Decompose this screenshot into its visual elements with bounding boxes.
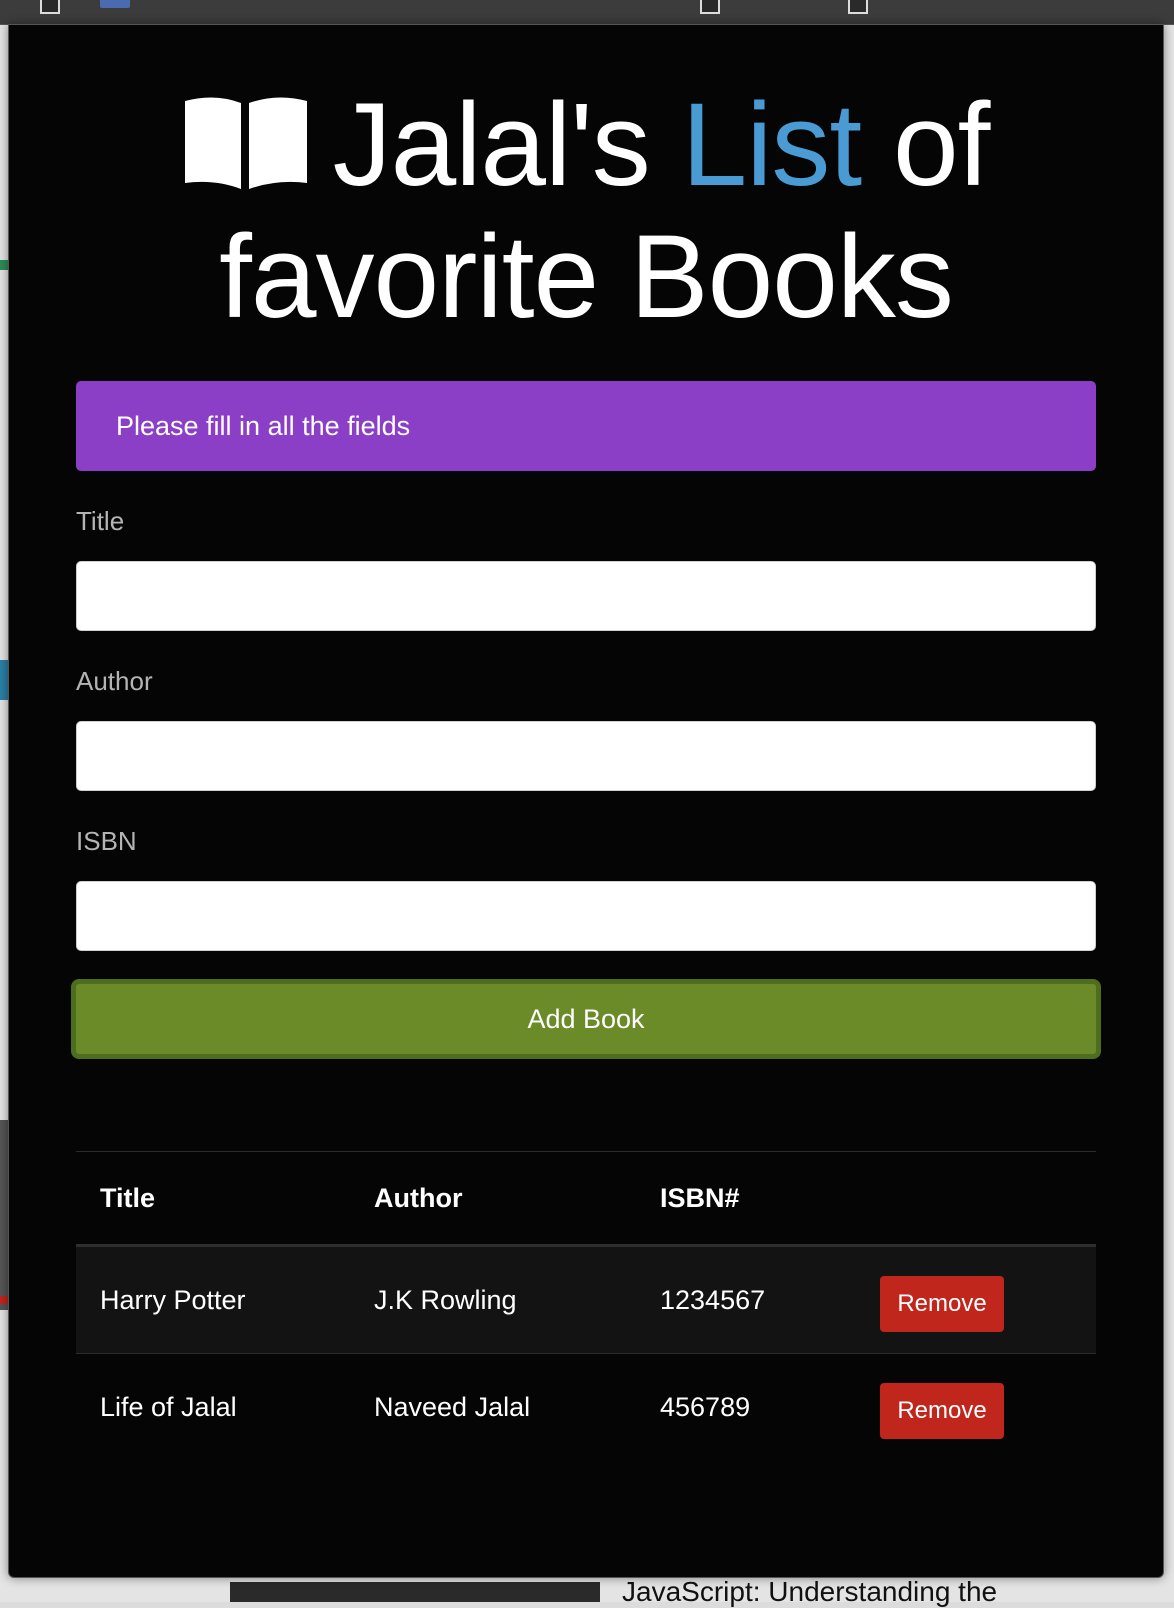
book-list: Harry Potter J.K Rowling 1234567 Remove … <box>76 1245 1096 1460</box>
add-book-button[interactable]: Add Book <box>71 979 1101 1059</box>
column-header-title: Title <box>76 1151 350 1247</box>
title-field-group: Title <box>76 501 1096 631</box>
title-label: Title <box>76 506 125 536</box>
book-author-cell: J.K Rowling <box>374 1284 517 1315</box>
remove-button[interactable]: Remove <box>880 1276 1004 1332</box>
isbn-label: ISBN <box>76 826 137 856</box>
author-input[interactable] <box>76 721 1096 791</box>
book-open-icon <box>184 97 307 189</box>
column-header-isbn: ISBN# <box>636 1151 856 1247</box>
main-container: Jalal's List of favorite Books Please fi… <box>71 25 1101 1460</box>
title-input[interactable] <box>76 561 1096 631</box>
author-field-group: Author <box>76 661 1096 791</box>
book-list-table: Title Author ISBN# Harry Potter J.K Rowl… <box>76 1151 1096 1460</box>
title-part-2: of <box>893 79 990 211</box>
isbn-input[interactable] <box>76 881 1096 951</box>
book-title-cell: Life of Jalal <box>76 1353 350 1460</box>
book-action-cell: Remove <box>856 1353 1096 1460</box>
background-article-title[interactable]: JavaScript: Understanding the <box>622 1576 997 1608</box>
title-part-1: Jalal's <box>332 79 651 211</box>
column-header-actions <box>856 1151 1096 1247</box>
book-isbn-cell: 1234567 <box>660 1284 766 1315</box>
validation-alert: Please fill in all the fields <box>76 381 1096 471</box>
book-action-cell: Remove <box>856 1246 1096 1354</box>
page-title-line-2: favorite Books <box>219 211 954 343</box>
book-isbn-cell: 456789 <box>636 1353 856 1460</box>
bookmark-icon[interactable] <box>848 0 868 14</box>
app-window: Jalal's List of favorite Books Please fi… <box>8 24 1164 1578</box>
bookmark-icon[interactable] <box>700 0 720 14</box>
author-label: Author <box>76 666 153 696</box>
table-header: Title Author ISBN# <box>76 1151 1096 1247</box>
remove-button[interactable]: Remove <box>880 1383 1004 1439</box>
title-accent: List <box>681 79 863 211</box>
column-header-author: Author <box>350 1151 636 1247</box>
book-author-cell: Naveed Jalal <box>350 1353 636 1460</box>
browser-bookmarks-bar <box>0 0 1174 25</box>
background-thumbnail <box>230 1582 600 1602</box>
page-title: Jalal's List of favorite Books <box>76 25 1096 343</box>
book-title-cell: Harry Potter <box>100 1284 246 1315</box>
table-row: Harry Potter J.K Rowling 1234567 Remove <box>76 1245 1096 1354</box>
page-title-line-1: Jalal's List of <box>76 79 1096 211</box>
table-row: Life of Jalal Naveed Jalal 456789 Remove <box>76 1353 1096 1460</box>
bookmark-icon[interactable] <box>40 0 60 14</box>
table-header-row: Title Author ISBN# <box>76 1151 1096 1247</box>
isbn-field-group: ISBN <box>76 821 1096 951</box>
add-book-form: Title Author ISBN Add Book <box>71 501 1101 1059</box>
bookmark-favicon[interactable] <box>100 0 130 8</box>
